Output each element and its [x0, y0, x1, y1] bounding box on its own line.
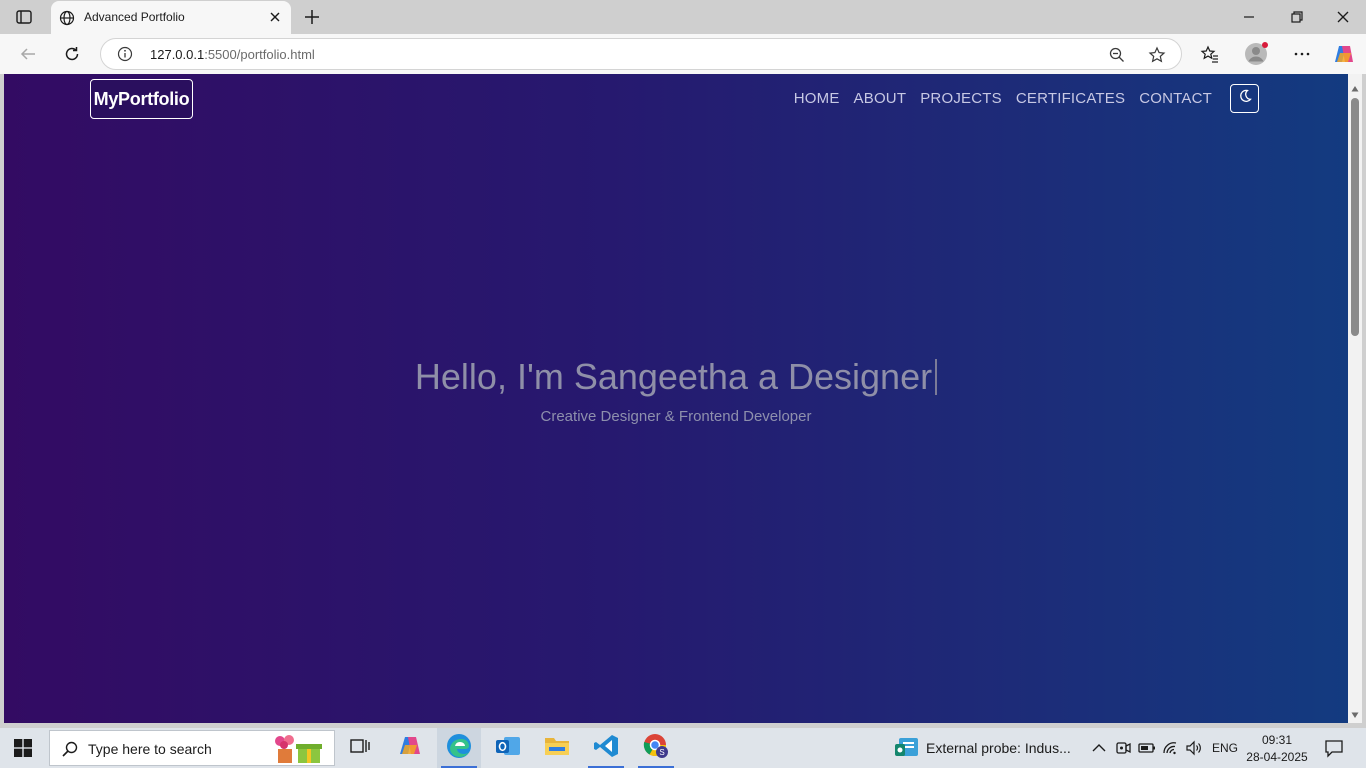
plus-icon[interactable] — [302, 7, 322, 27]
typing-cursor — [935, 359, 938, 395]
taskbar-file-explorer[interactable] — [535, 728, 579, 768]
clock-date: 28-04-2025 — [1246, 750, 1308, 764]
flowers-gift-icon — [270, 733, 330, 765]
nav-contact[interactable]: CONTACT — [1139, 90, 1212, 107]
url-path: :5500/portfolio.html — [204, 47, 315, 62]
taskbar-outlook[interactable] — [486, 728, 530, 768]
globe-icon — [59, 10, 75, 26]
page-viewport: MyPortfolio HOME ABOUT PROJECTS CERTIFIC… — [4, 74, 1348, 723]
vscode-icon — [593, 733, 619, 764]
wifi-icon[interactable] — [1162, 739, 1180, 757]
main-nav: HOME ABOUT PROJECTS CERTIFICATES CONTACT — [794, 90, 1212, 107]
theme-toggle-button[interactable] — [1230, 84, 1259, 113]
hero-subtitle: Creative Designer & Frontend Developer — [540, 408, 812, 425]
url-host: 127.0.0.1 — [150, 47, 205, 62]
search-icon — [61, 740, 79, 758]
svg-text:S: S — [659, 748, 664, 757]
back-arrow-icon[interactable] — [16, 42, 40, 66]
nav-certificates[interactable]: CERTIFICATES — [1016, 90, 1125, 107]
more-icon[interactable] — [1290, 42, 1314, 66]
volume-icon[interactable] — [1185, 739, 1203, 757]
url-text[interactable]: 127.0.0.1:5500/portfolio.html — [150, 47, 315, 62]
site-logo[interactable]: MyPortfolio — [90, 79, 193, 119]
tab-title: Advanced Portfolio — [84, 10, 185, 24]
window-close-icon[interactable] — [1334, 8, 1352, 26]
copilot-icon — [398, 735, 422, 762]
nav-about[interactable]: ABOUT — [854, 90, 907, 107]
task-view-icon — [350, 737, 370, 760]
battery-icon[interactable] — [1138, 739, 1156, 757]
system-clock[interactable]: 09:31 28-04-2025 — [1246, 732, 1308, 766]
nav-projects[interactable]: PROJECTS — [920, 90, 1002, 107]
search-placeholder: Type here to search — [88, 741, 212, 757]
taskbar-chrome[interactable]: S — [634, 728, 678, 768]
tab-actions-icon[interactable] — [10, 7, 38, 27]
taskbar: Type here to search S External probe: In… — [0, 728, 1366, 768]
clock-time: 09:31 — [1261, 733, 1293, 747]
taskbar-vscode[interactable] — [584, 728, 628, 768]
hero-title-text: Hello, I'm Sangeetha a Designer — [414, 356, 933, 397]
taskbar-edge[interactable] — [437, 728, 481, 768]
copilot-icon[interactable] — [1332, 42, 1356, 66]
profile-icon[interactable] — [1244, 42, 1268, 66]
task-view-button[interactable] — [338, 728, 382, 768]
moon-icon — [1238, 89, 1252, 108]
notification-icon[interactable] — [1324, 738, 1344, 758]
windows-start-icon[interactable] — [14, 739, 32, 757]
maximize-icon[interactable] — [1288, 8, 1306, 26]
favorites-icon[interactable] — [1198, 42, 1222, 66]
taskbar-copilot[interactable] — [388, 728, 432, 768]
language-indicator[interactable]: ENG — [1212, 741, 1238, 755]
page-scrollbar[interactable] — [1348, 74, 1362, 723]
refresh-icon[interactable] — [60, 42, 84, 66]
hero-section: Hello, I'm Sangeetha a Designer Creative… — [4, 356, 1348, 425]
scroll-up-icon[interactable] — [1351, 80, 1359, 92]
hero-title: Hello, I'm Sangeetha a Designer — [414, 356, 938, 398]
outlook-icon — [495, 734, 521, 763]
close-icon[interactable] — [267, 9, 283, 25]
browser-toolbar: 127.0.0.1:5500/portfolio.html — [0, 34, 1366, 74]
nav-home[interactable]: HOME — [794, 90, 840, 107]
window-border — [1362, 74, 1366, 723]
info-icon[interactable] — [117, 46, 133, 62]
scroll-down-icon[interactable] — [1351, 706, 1359, 718]
star-icon[interactable] — [1148, 46, 1166, 64]
folder-icon — [544, 735, 570, 762]
zoom-out-icon[interactable] — [1108, 46, 1126, 64]
chrome-icon: S — [643, 733, 669, 764]
chevron-up-icon[interactable] — [1090, 739, 1108, 757]
news-text: External probe: Indus... — [926, 740, 1071, 756]
browser-tab[interactable]: Advanced Portfolio — [51, 1, 291, 34]
edge-icon — [446, 733, 472, 764]
minimize-icon[interactable] — [1240, 8, 1258, 26]
address-bar[interactable]: 127.0.0.1:5500/portfolio.html — [100, 38, 1182, 70]
news-icon — [894, 736, 920, 765]
taskbar-search[interactable]: Type here to search — [49, 730, 335, 766]
scrollbar-thumb[interactable] — [1351, 98, 1359, 336]
meet-now-icon[interactable] — [1114, 739, 1132, 757]
widget-news[interactable]: External probe: Indus... — [892, 736, 1082, 760]
tab-strip: Advanced Portfolio — [0, 0, 1366, 34]
